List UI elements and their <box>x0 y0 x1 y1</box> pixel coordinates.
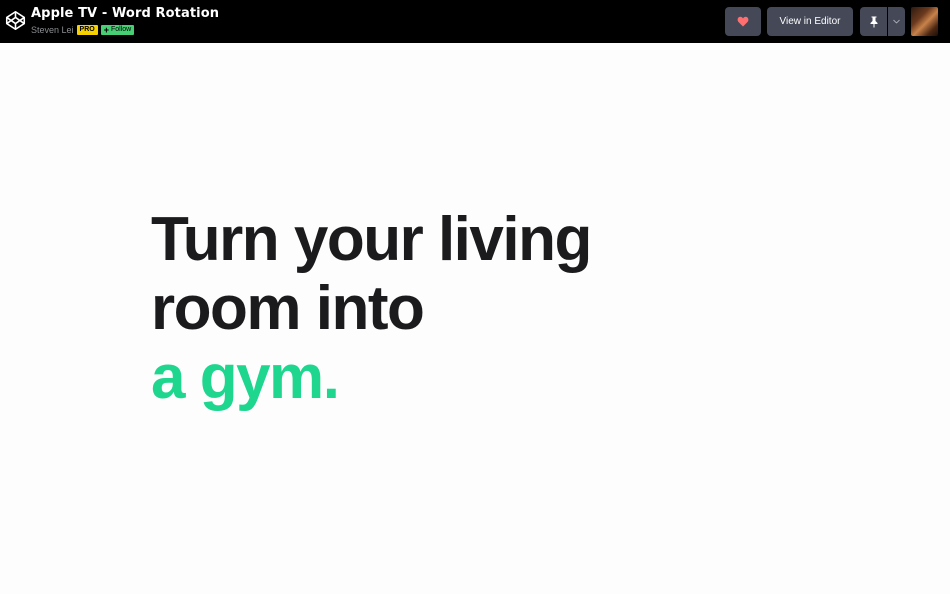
view-in-editor-button[interactable]: View in Editor <box>767 7 853 36</box>
pen-title: Apple TV - Word Rotation <box>31 6 220 21</box>
pin-dropdown-button[interactable] <box>888 7 905 36</box>
follow-label: Follow <box>110 25 132 33</box>
follow-button[interactable]: + Follow <box>100 24 135 35</box>
chevron-down-icon <box>893 19 900 24</box>
user-avatar[interactable] <box>911 7 938 36</box>
pin-icon <box>870 16 877 27</box>
headline-line-1: Turn your living <box>151 205 592 274</box>
rotating-word: a gym. <box>151 343 340 412</box>
pen-meta: Steven Lei PRO + Follow <box>31 24 135 35</box>
heart-button[interactable] <box>725 7 761 36</box>
headline: Turn your living room into a gym. <box>151 205 592 412</box>
author-link[interactable]: Steven Lei <box>31 25 74 35</box>
pin-button[interactable] <box>860 7 887 36</box>
heart-icon <box>737 16 749 27</box>
plus-icon: + <box>103 24 109 35</box>
pro-badge: PRO <box>76 24 98 35</box>
headline-line-2: room into <box>151 274 425 343</box>
top-bar: Apple TV - Word Rotation Steven Lei PRO … <box>0 0 950 43</box>
codepen-logo-icon[interactable] <box>5 10 26 31</box>
